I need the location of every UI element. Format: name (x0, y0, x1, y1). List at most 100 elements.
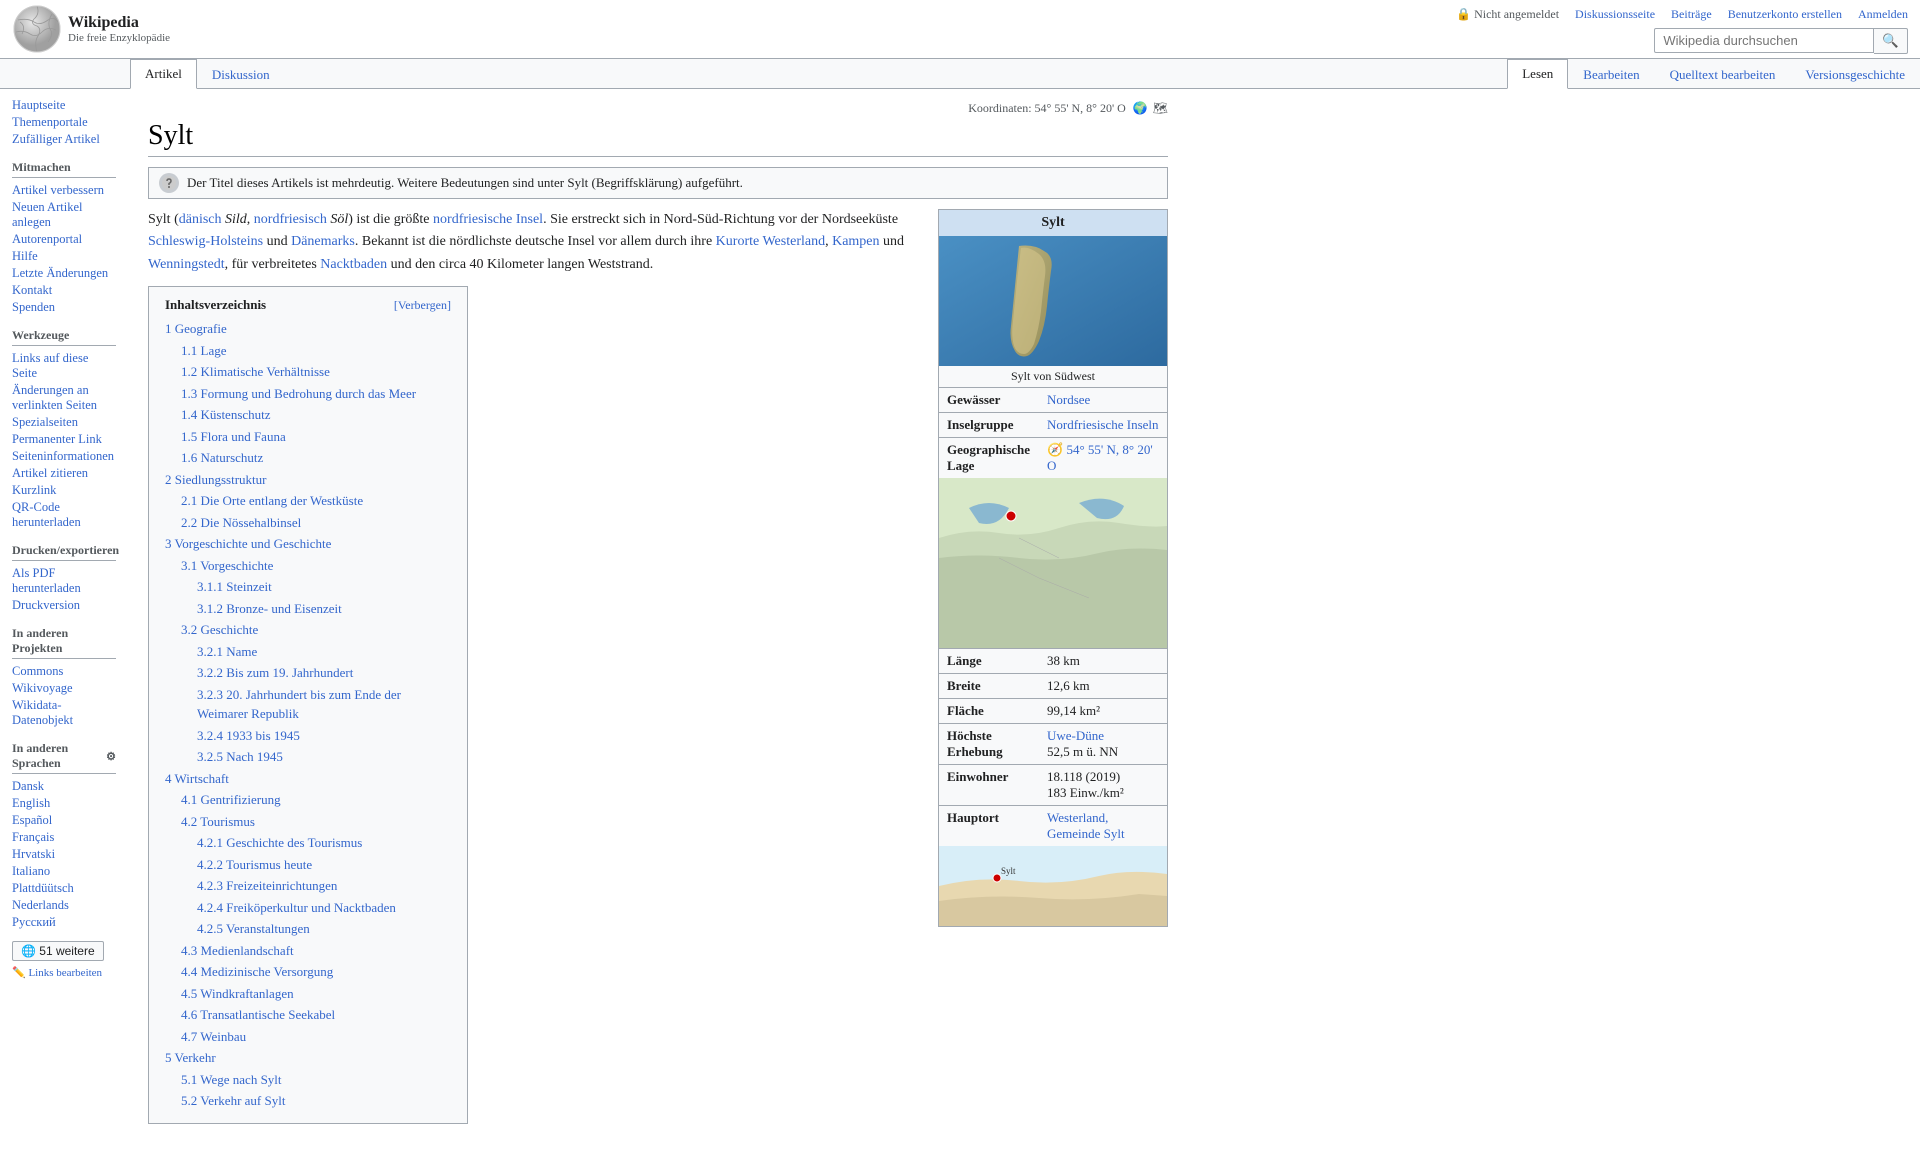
sidebar-item-plattduutsch[interactable]: Plattdüütsch (12, 880, 116, 897)
toc-link-4-4[interactable]: 4.4 Medizinische Versorgung (181, 964, 333, 979)
sidebar-item-verbessern[interactable]: Artikel verbessern (12, 182, 116, 199)
sidebar-item-hilfe[interactable]: Hilfe (12, 248, 116, 265)
sidebar-item-wikivoyage[interactable]: Wikivoyage (12, 680, 116, 697)
sidebar-item-commons[interactable]: Commons (12, 663, 116, 680)
sidebar-item-english[interactable]: English (12, 795, 116, 812)
sidebar-item-autorenportal[interactable]: Autorenportal (12, 231, 116, 248)
toc-link-3-2-4[interactable]: 3.2.4 1933 bis 1945 (197, 728, 300, 743)
search-button[interactable]: 🔍 (1874, 28, 1908, 54)
tab-lesen[interactable]: Lesen (1507, 59, 1568, 89)
tab-artikel[interactable]: Artikel (130, 59, 197, 89)
sidebar-item-letzte-aenderungen[interactable]: Letzte Änderungen (12, 265, 116, 282)
toc-link-5-2[interactable]: 5.2 Verkehr auf Sylt (181, 1093, 285, 1108)
toc-link-4-2-2[interactable]: 4.2.2 Tourismus heute (197, 857, 312, 872)
sidebar-item-hauptseite[interactable]: Hauptseite (12, 97, 116, 114)
sidebar-item-seiteninformationen[interactable]: Seiteninformationen (12, 448, 116, 465)
toc-link-2-1[interactable]: 2.1 Die Orte entlang der Westküste (181, 493, 363, 508)
nordfriesische-inseln-link[interactable]: Nordfriesische Inseln (1047, 417, 1159, 432)
toc-link-4-5[interactable]: 4.5 Windkraftanlagen (181, 986, 294, 1001)
tab-diskussion[interactable]: Diskussion (197, 60, 285, 89)
tab-bearbeiten[interactable]: Bearbeiten (1568, 60, 1654, 89)
toc-link-2[interactable]: 2 Siedlungsstruktur (165, 472, 266, 487)
contributions-link[interactable]: Beiträge (1671, 7, 1712, 22)
discussion-link[interactable]: Diskussionsseite (1575, 7, 1655, 22)
sidebar-item-francais[interactable]: Français (12, 829, 116, 846)
sidebar-item-kontakt[interactable]: Kontakt (12, 282, 116, 299)
schleswig-holstein-link[interactable]: Schleswig-Holsteins (148, 234, 263, 249)
sidebar-item-spezialseiten[interactable]: Spezialseiten (12, 414, 116, 431)
tab-quelltext[interactable]: Quelltext bearbeiten (1655, 60, 1791, 89)
sidebar-item-pdf[interactable]: Als PDF herunterladen (12, 565, 116, 597)
nacktbaden-link[interactable]: Nacktbaden (320, 257, 387, 272)
nordfriesische-insel-link[interactable]: nordfriesische Insel (433, 212, 543, 227)
sidebar-item-artikel-zitieren[interactable]: Artikel zitieren (12, 465, 116, 482)
sidebar-item-espanol[interactable]: Español (12, 812, 116, 829)
sidebar-item-italiano[interactable]: Italiano (12, 863, 116, 880)
coords-link[interactable]: 54° 55' N, 8° 20' O (1047, 442, 1153, 473)
51-weitere-button[interactable]: 🌐 51 weitere (12, 941, 104, 961)
toc-link-4-2-1[interactable]: 4.2.1 Geschichte des Tourismus (197, 835, 362, 850)
sidebar-item-nederlands[interactable]: Nederlands (12, 897, 116, 914)
toc-link-4-3[interactable]: 4.3 Medienlandschaft (181, 943, 294, 958)
toc-link-3-2[interactable]: 3.2 Geschichte (181, 622, 258, 637)
sidebar-item-druckversion[interactable]: Druckversion (12, 597, 116, 614)
sidebar-item-neuer-artikel[interactable]: Neuen Artikel anlegen (12, 199, 116, 231)
toc-link-3-1-2[interactable]: 3.1.2 Bronze- und Eisenzeit (197, 601, 342, 616)
sidebar-item-wikidata[interactable]: Wikidata-Datenobjekt (12, 697, 116, 729)
nordfriesisch-link[interactable]: nordfriesisch (254, 212, 327, 227)
toc-link-4-2-3[interactable]: 4.2.3 Freizeiteinrichtungen (197, 878, 337, 893)
sidebar-item-qrcode[interactable]: QR-Code herunterladen (12, 499, 116, 531)
sidebar-item-permanenter-link[interactable]: Permanenter Link (12, 431, 116, 448)
toc-link-5[interactable]: 5 Verkehr (165, 1050, 216, 1065)
map-icon[interactable]: 🗺 (1153, 101, 1168, 115)
wenningstedt-link[interactable]: Wenningstedt (148, 257, 225, 272)
toc-link-4-7[interactable]: 4.7 Weinbau (181, 1029, 246, 1044)
tab-versionsgeschichte[interactable]: Versionsgeschichte (1790, 60, 1920, 89)
sidebar-item-russian[interactable]: Русский (12, 914, 116, 931)
sidebar-item-dansk[interactable]: Dansk (12, 778, 116, 795)
sidebar-item-zufaellig[interactable]: Zufälliger Artikel (12, 131, 116, 148)
sidebar-item-links-auf-seite[interactable]: Links auf diese Seite (12, 350, 116, 382)
toc-link-3-2-2[interactable]: 3.2.2 Bis zum 19. Jahrhundert (197, 665, 353, 680)
create-account-link[interactable]: Benutzerkonto erstellen (1728, 7, 1842, 22)
nordsee-link[interactable]: Nordsee (1047, 392, 1090, 407)
toc-link-4-2[interactable]: 4.2 Tourismus (181, 814, 255, 829)
sidebar-item-kurzlink[interactable]: Kurzlink (12, 482, 116, 499)
toc-link-5-1[interactable]: 5.1 Wege nach Sylt (181, 1072, 282, 1087)
westerland-link[interactable]: Westerland, Gemeinde Sylt (1047, 810, 1125, 841)
kurorte-link[interactable]: Kurorte (716, 234, 760, 249)
toc-link-3-2-1[interactable]: 3.2.1 Name (197, 644, 257, 659)
toc-link-1-4[interactable]: 1.4 Küstenschutz (181, 407, 271, 422)
links-bearbeiten-link[interactable]: ✏️ Links bearbeiten (12, 965, 116, 980)
toc-link-2-2[interactable]: 2.2 Die Nössehalbinsel (181, 515, 301, 530)
sidebar-item-hrvatski[interactable]: Hrvatski (12, 846, 116, 863)
toc-link-3-2-3[interactable]: 3.2.3 20. Jahrhundert bis zum Ende der W… (197, 687, 401, 722)
westerland-text-link[interactable]: Westerland (762, 234, 825, 249)
toc-link-3-2-5[interactable]: 3.2.5 Nach 1945 (197, 749, 283, 764)
sidebar-item-aenderungen-verlinkte[interactable]: Änderungen an verlinkten Seiten (12, 382, 116, 414)
toc-link-1[interactable]: 1 Geografie (165, 321, 227, 336)
toc-link-4-1[interactable]: 4.1 Gentrifizierung (181, 792, 281, 807)
daenisch-link[interactable]: dänisch (179, 212, 222, 227)
wikipedia-logo[interactable] (12, 4, 62, 54)
login-link[interactable]: Anmelden (1858, 7, 1908, 22)
uwe-duene-link[interactable]: Uwe-Düne (1047, 728, 1104, 743)
daenemarks-link[interactable]: Dänemarks (291, 234, 355, 249)
toc-link-1-5[interactable]: 1.5 Flora und Fauna (181, 429, 286, 444)
toc-link-3-1[interactable]: 3.1 Vorgeschichte (181, 558, 273, 573)
toc-toggle[interactable]: [Verbergen] (394, 298, 451, 313)
toc-link-1-2[interactable]: 1.2 Klimatische Verhältnisse (181, 364, 330, 379)
toc-link-1-1[interactable]: 1.1 Lage (181, 343, 226, 358)
toc-link-4-2-5[interactable]: 4.2.5 Veranstaltungen (197, 921, 310, 936)
toc-link-1-3[interactable]: 1.3 Formung und Bedrohung durch das Meer (181, 386, 416, 401)
toc-link-3[interactable]: 3 Vorgeschichte und Geschichte (165, 536, 331, 551)
toc-link-1-6[interactable]: 1.6 Naturschutz (181, 450, 263, 465)
search-input[interactable] (1654, 28, 1874, 53)
toc-link-4[interactable]: 4 Wirtschaft (165, 771, 229, 786)
sidebar-item-spenden[interactable]: Spenden (12, 299, 116, 316)
globe-icon[interactable]: 🌍 (1133, 101, 1148, 115)
sprachen-settings-icon[interactable]: ⚙ (106, 750, 116, 763)
toc-link-3-1-1[interactable]: 3.1.1 Steinzeit (197, 579, 272, 594)
toc-link-4-2-4[interactable]: 4.2.4 Freiköperkultur und Nacktbaden (197, 900, 396, 915)
toc-link-4-6[interactable]: 4.6 Transatlantische Seekabel (181, 1007, 335, 1022)
